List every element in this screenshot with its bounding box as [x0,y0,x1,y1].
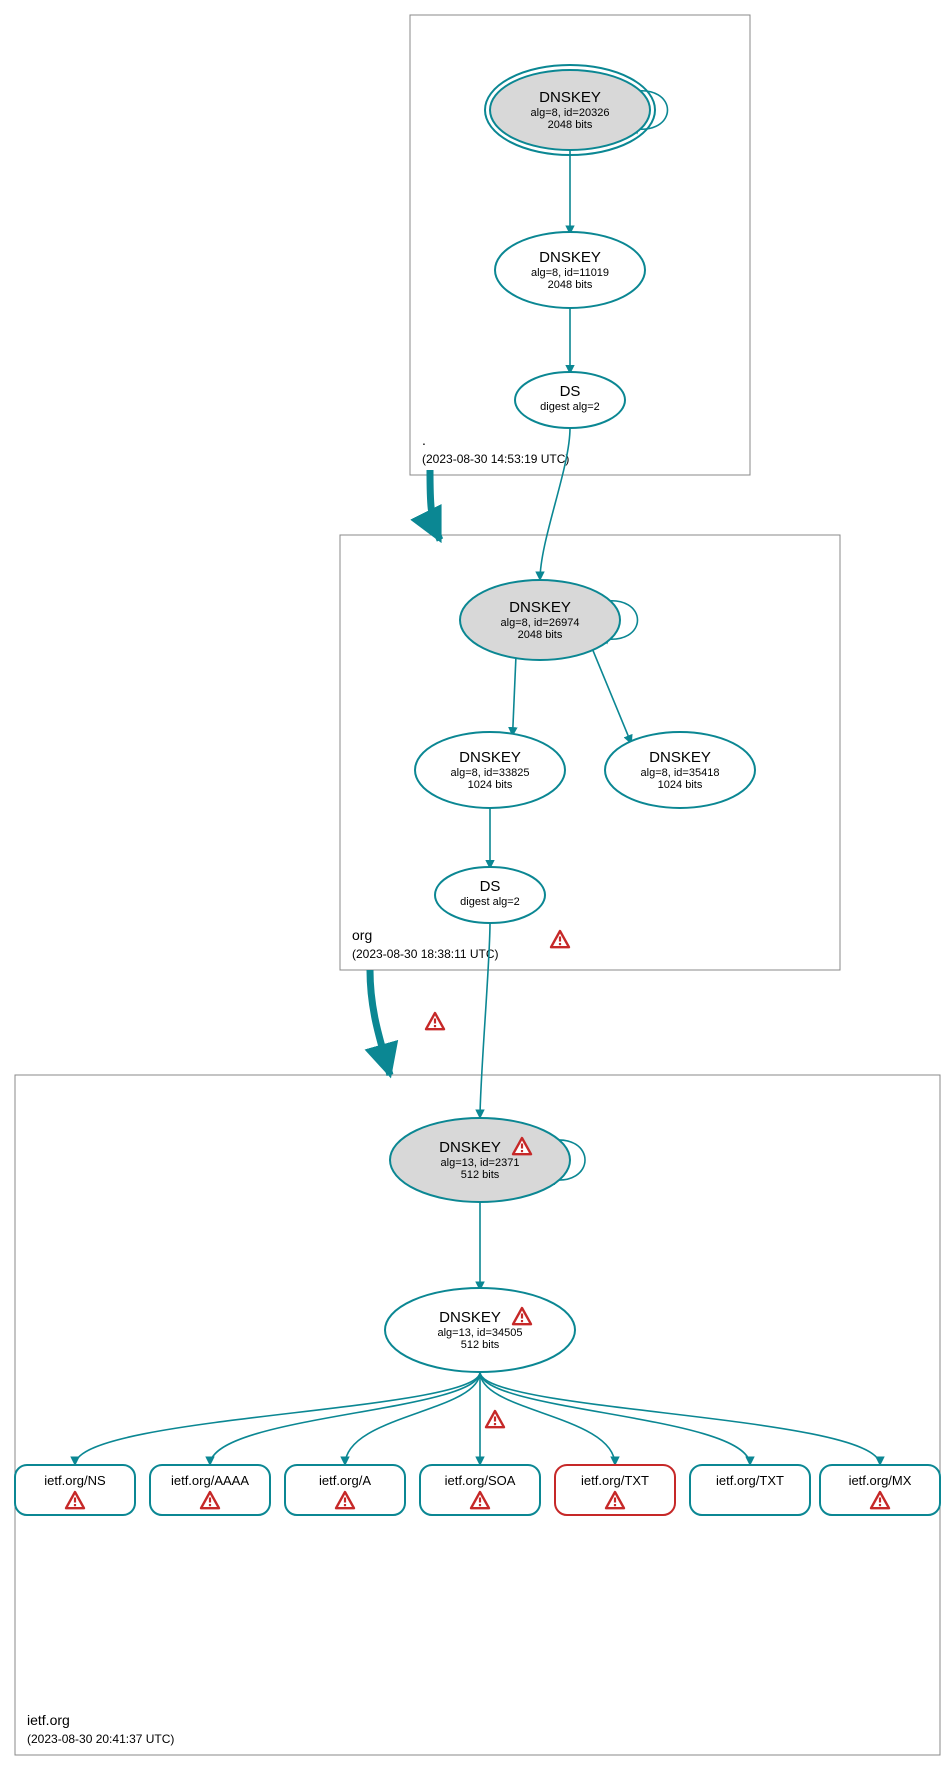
node-sub2: 1024 bits [468,779,513,791]
node-orgZSK: DNSKEYalg=8, id=338251024 bits [415,732,565,808]
zone-label: ietf.org [27,1712,70,1728]
node-title: DNSKEY [539,89,601,106]
rrset-label: ietf.org/MX [849,1473,912,1488]
edge-ds-to-ksk [540,428,570,580]
rrset-label: ietf.org/AAAA [171,1473,249,1488]
node-rootDS: DSdigest alg=2 [515,372,625,428]
node-sub2: 2048 bits [548,119,593,131]
warning-icon [486,1411,504,1427]
node-sub1: alg=8, id=26974 [501,617,580,629]
edge [592,648,632,744]
rrset-txt1: ietf.org/TXT [555,1465,675,1515]
zone-timestamp: (2023-08-30 20:41:37 UTC) [27,1732,174,1746]
rrset-aaaa: ietf.org/AAAA [150,1465,270,1515]
node-sub2: 512 bits [461,1339,500,1351]
node-rootKSK: DNSKEYalg=8, id=203262048 bits [485,65,655,155]
node-sub1: digest alg=2 [540,401,600,413]
node-title: DNSKEY [459,749,521,766]
node-orgDS: DSdigest alg=2 [435,867,545,923]
delegation-arrow [370,970,390,1075]
node-sub2: 2048 bits [518,629,563,641]
rrset-label: ietf.org/TXT [716,1473,784,1488]
dnssec-auth-graph: . (2023-08-30 14:53:19 UTC) org (2023-08-30… [0,0,951,1779]
node-sub1: alg=8, id=11019 [531,267,609,279]
node-rootZSK: DNSKEYalg=8, id=110192048 bits [495,232,645,308]
rrset-a: ietf.org/A [285,1465,405,1515]
node-sub1: alg=8, id=33825 [451,767,530,779]
node-sub1: digest alg=2 [460,896,520,908]
rrset-txt2: ietf.org/TXT [690,1465,810,1515]
node-sub1: alg=8, id=20326 [531,107,610,119]
node-title: DS [480,878,501,895]
rrset-label: ietf.org/A [319,1473,371,1488]
rrset-ns: ietf.org/NS [15,1465,135,1515]
rrset-label: ietf.org/SOA [445,1473,516,1488]
rrset-label: ietf.org/TXT [581,1473,649,1488]
node-sub1: alg=8, id=35418 [641,767,720,779]
node-title: DNSKEY [439,1309,501,1326]
node-orgKSK: DNSKEYalg=8, id=269742048 bits [460,580,620,660]
delegation-arrow [430,470,440,540]
node-orgZSK2: DNSKEYalg=8, id=354181024 bits [605,732,755,808]
node-sub2: 512 bits [461,1169,500,1181]
zone-label: org [352,927,372,943]
node-sub1: alg=13, id=34505 [437,1327,522,1339]
rrset-mx: ietf.org/MX [820,1465,940,1515]
zone-timestamp: (2023-08-30 14:53:19 UTC) [422,452,569,466]
node-ietfKSK: DNSKEYalg=13, id=2371512 bits [390,1118,570,1202]
edge [513,656,516,736]
node-title: DS [560,383,581,400]
node-sub1: alg=13, id=2371 [441,1157,520,1169]
rrset-label: ietf.org/NS [44,1473,106,1488]
warning-icon [551,931,569,947]
node-title: DNSKEY [509,599,571,616]
node-title: DNSKEY [539,249,601,266]
node-ietfZSK: DNSKEYalg=13, id=34505512 bits [385,1288,575,1372]
node-title: DNSKEY [649,749,711,766]
node-sub2: 2048 bits [548,279,593,291]
edge-rrsig [480,1372,880,1465]
warning-icon [426,1013,444,1029]
edge-rrsig [75,1372,480,1465]
node-sub2: 1024 bits [658,779,703,791]
zone-label: . [422,432,426,448]
node-title: DNSKEY [439,1139,501,1156]
zone-timestamp: (2023-08-30 18:38:11 UTC) [352,947,499,961]
rrset-soa: ietf.org/SOA [420,1465,540,1515]
